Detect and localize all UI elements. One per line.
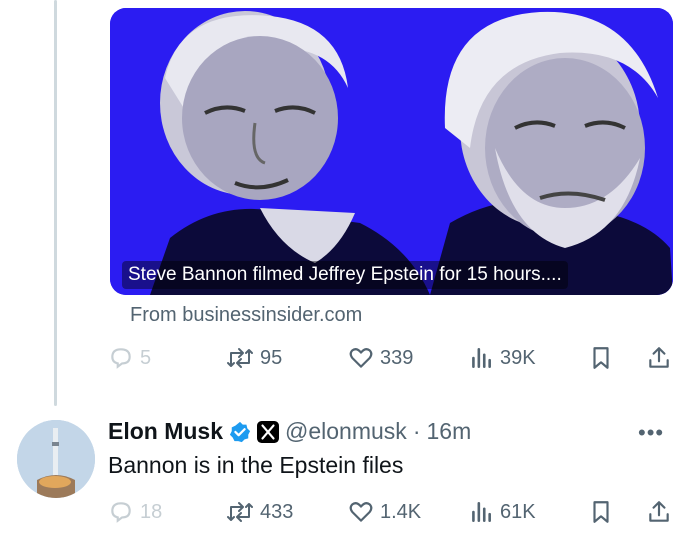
post-header: Elon Musk @elonmusk · 16m: [108, 418, 471, 445]
post-time[interactable]: 16m: [426, 418, 471, 445]
share-button[interactable]: [646, 345, 672, 371]
right-figure: [430, 11, 673, 295]
avatar[interactable]: [17, 420, 95, 498]
author-handle[interactable]: @elonmusk: [285, 418, 407, 445]
share-button[interactable]: [646, 499, 672, 525]
link-card[interactable]: Steve Bannon filmed Jeffrey Epstein for …: [110, 8, 673, 295]
reply-button[interactable]: 18: [108, 499, 162, 525]
repost-icon: [226, 499, 254, 525]
reply-button[interactable]: 5: [108, 345, 151, 371]
separator: ·: [412, 418, 421, 444]
repost-button[interactable]: 433: [226, 499, 293, 525]
reply-count: 18: [140, 500, 163, 523]
card-image: [110, 8, 673, 295]
repost-count: 95: [260, 346, 283, 369]
reply-icon: [108, 345, 134, 371]
post-actions: 18 433 1.4K 61K: [108, 497, 673, 527]
views-count: 61K: [500, 500, 536, 523]
like-count: 339: [380, 346, 414, 369]
views-button[interactable]: 39K: [468, 345, 536, 371]
quoted-post-actions: 5 95 339 39K: [108, 343, 673, 373]
share-icon: [646, 345, 672, 371]
x-logo-icon: [257, 420, 280, 443]
bookmark-button[interactable]: [588, 499, 614, 525]
views-button[interactable]: 61K: [468, 499, 536, 525]
views-icon: [468, 499, 494, 525]
like-button[interactable]: 339: [348, 345, 413, 371]
more-icon[interactable]: •••: [638, 420, 664, 446]
like-icon: [348, 345, 374, 371]
reply-icon: [108, 499, 134, 525]
thread-line: [54, 0, 57, 406]
author-name[interactable]: Elon Musk: [108, 418, 223, 445]
share-icon: [646, 499, 672, 525]
bookmark-icon: [588, 345, 614, 371]
rocket-avatar-image: [17, 420, 95, 498]
views-icon: [468, 345, 494, 371]
repost-button[interactable]: 95: [226, 345, 282, 371]
views-count: 39K: [500, 346, 536, 369]
post-text: Bannon is in the Epstein files: [108, 452, 404, 478]
bookmark-button[interactable]: [588, 345, 614, 371]
link-source[interactable]: From businessinsider.com: [130, 304, 362, 327]
verified-icon: [229, 421, 251, 443]
like-count: 1.4K: [380, 500, 422, 523]
repost-count: 433: [260, 500, 294, 523]
bookmark-icon: [588, 499, 614, 525]
reply-count: 5: [140, 346, 152, 369]
card-caption: Steve Bannon filmed Jeffrey Epstein for …: [122, 261, 568, 289]
like-button[interactable]: 1.4K: [348, 499, 421, 525]
like-icon: [348, 499, 374, 525]
repost-icon: [226, 345, 254, 371]
